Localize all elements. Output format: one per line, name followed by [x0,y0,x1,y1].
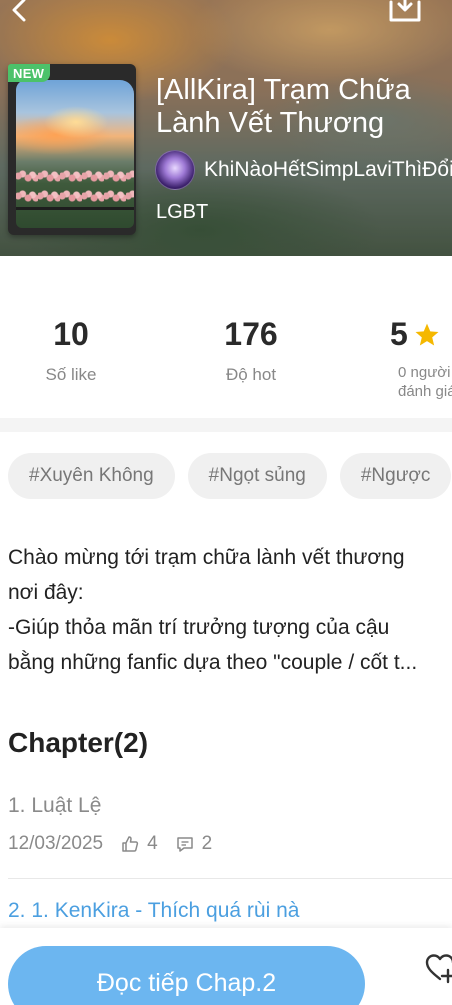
chapter-divider [8,878,452,879]
star-icon [415,323,439,346]
author-row[interactable]: KhiNàoHếtSimpLaviThìĐổi [155,150,452,190]
chapter-comment-count: 2 [201,833,213,854]
new-badge: NEW [8,64,51,82]
description-line: -Giúp thỏa mãn trí trưởng tượng của cậu [8,616,390,639]
story-description[interactable]: Chào mừng tới trạm chữa lành vết thương … [8,540,452,680]
rating-stat[interactable]: 5 0 người đánh giá [390,316,452,401]
hot-value: 176 [224,316,278,352]
tag-chip[interactable]: #Ngược [339,453,452,499]
author-avatar[interactable] [155,150,195,190]
description-line: Chào mừng tới trạm chữa lành vết thương [8,546,405,569]
genre-label[interactable]: LGBT [156,201,208,224]
description-line: bằng những fanfic dựa theo "couple / cốt… [8,651,418,674]
chapter-like-count: 4 [147,833,158,854]
hot-stat: 176 Độ hot [198,316,304,385]
heart-plus-icon[interactable] [424,952,452,986]
hot-label: Độ hot [225,365,277,384]
story-header: NEW [AllKira] Trạm Chữa Lành Vết Thương … [0,0,452,256]
story-title: [AllKira] Trạm Chữa Lành Vết Thương [156,74,411,139]
thumb-up-icon [122,836,139,852]
cover-landscape [16,80,134,228]
chapter-item[interactable]: 2. 1. KenKira - Thích quá rùi nà [8,899,452,923]
description-line: nơi đây: [8,581,84,604]
comment-icon [176,837,193,852]
rating-sub-label: đánh giá [398,383,452,400]
rating-value: 5 [390,316,408,352]
chapter-title: 1. Luật Lệ [8,794,102,817]
chapter-heading: Chapter(2) [8,727,149,758]
tag-chip[interactable]: #Ngọt sủng [187,453,327,499]
chapter-meta: 12/03/2025 4 2 [8,833,452,855]
continue-reading-button[interactable]: Đọc tiếp Chap.2 [8,946,365,1005]
story-cover-image[interactable] [8,64,136,235]
bottom-action-bar: Đọc tiếp Chap.2 [0,928,452,1005]
tag-list: #Xuyên Không #Ngọt sủng #Ngược [8,453,452,499]
chapter-title: 2. 1. KenKira - Thích quá rùi nà [8,899,300,922]
stats-section: 10 Số like 176 Độ hot 5 0 người đánh giá [0,256,452,418]
likes-value: 10 [53,316,89,352]
back-chevron-icon[interactable] [6,0,34,24]
chapter-item[interactable]: 1. Luật Lệ 12/03/2025 4 2 [8,794,452,855]
likes-stat: 10 Số like [22,316,120,385]
tag-chip[interactable]: #Xuyên Không [8,453,175,499]
chapter-date: 12/03/2025 [8,833,104,854]
likes-label: Số like [45,365,97,384]
download-icon[interactable] [388,0,422,24]
rating-count-label: 0 người [398,364,451,381]
author-name[interactable]: KhiNàoHếtSimpLaviThìĐổi [204,158,452,182]
section-divider [0,418,452,432]
